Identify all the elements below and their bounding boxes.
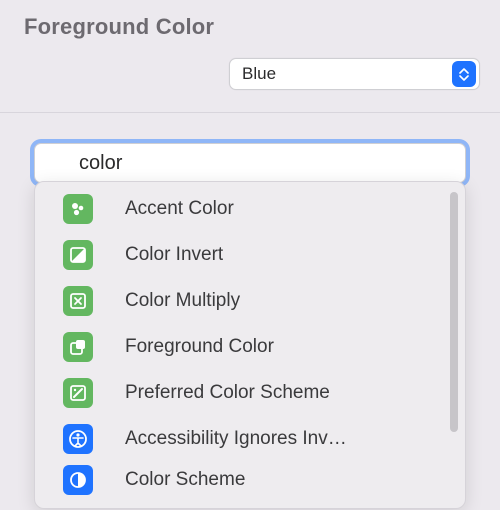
result-label: Color Invert (125, 244, 223, 266)
color-invert-icon (63, 240, 93, 270)
preferred-color-scheme-icon (63, 378, 93, 408)
accent-color-icon (63, 194, 93, 224)
result-color-multiply[interactable]: Color Multiply (39, 278, 461, 324)
foreground-color-icon (63, 332, 93, 362)
search-wrap (34, 143, 466, 183)
value-select-wrap: Blue (24, 58, 480, 90)
result-label: Foreground Color (125, 336, 274, 358)
modifier-search-input[interactable] (34, 143, 466, 183)
accessibility-icon (63, 424, 93, 454)
result-label: Color Multiply (125, 290, 240, 312)
color-multiply-icon (63, 286, 93, 316)
inspector-panel: Foreground Color Blue (0, 0, 500, 510)
result-label: Accent Color (125, 198, 234, 220)
autocomplete-list: Accent Color Color Invert Color Multiply (39, 186, 461, 498)
autocomplete-popup: Accent Color Color Invert Color Multiply (34, 181, 466, 509)
color-scheme-icon (63, 465, 93, 495)
chevron-up-down-icon (452, 61, 476, 87)
result-label: Accessibility Ignores Inv… (125, 428, 347, 450)
autocomplete-list-container: Accent Color Color Invert Color Multiply (39, 186, 461, 504)
result-color-scheme[interactable]: Color Scheme (39, 462, 461, 498)
property-section: Foreground Color Blue (0, 0, 500, 113)
result-label: Color Scheme (125, 469, 245, 491)
select-value: Blue (242, 64, 276, 84)
result-accessibility-ignores-invert[interactable]: Accessibility Ignores Inv… (39, 416, 461, 462)
result-foreground-color[interactable]: Foreground Color (39, 324, 461, 370)
foreground-color-select[interactable]: Blue (229, 58, 480, 90)
result-preferred-color-scheme[interactable]: Preferred Color Scheme (39, 370, 461, 416)
modifier-search-section: Accent Color Color Invert Color Multiply (0, 113, 500, 183)
section-title: Foreground Color (24, 14, 480, 40)
scrollbar-thumb[interactable] (450, 192, 458, 432)
result-color-invert[interactable]: Color Invert (39, 232, 461, 278)
result-accent-color[interactable]: Accent Color (39, 186, 461, 232)
result-label: Preferred Color Scheme (125, 382, 330, 404)
